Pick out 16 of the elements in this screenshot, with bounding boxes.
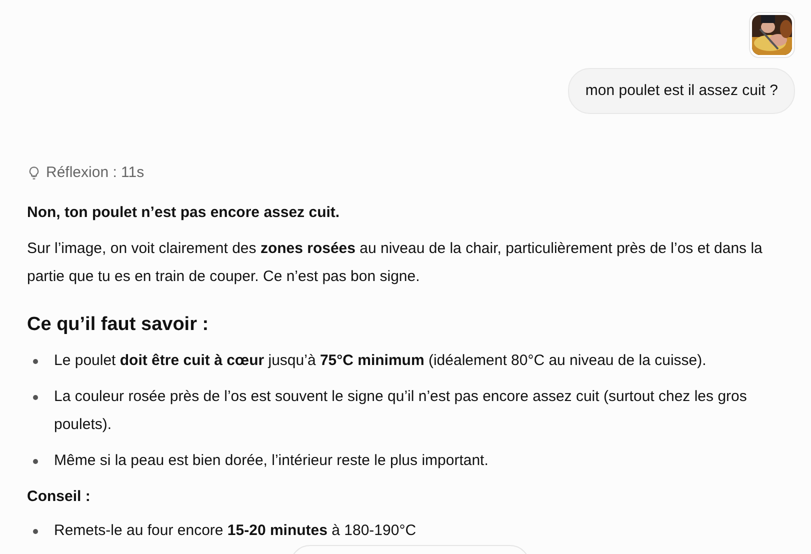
list-item-text: Remets-le au four encore 15-20 minutes à 180-190°C [54, 520, 416, 540]
reasoning-toggle[interactable]: Réflexion : 11s [27, 162, 784, 184]
list-item-text: La couleur rosée près de l’os est souvent le signe qu’il n’est pas encore assez cuit (surtout chez les gros poulets). [54, 386, 748, 434]
list-item-text: Même si la peau est bien dorée, l’intérieur reste le plus important. [54, 450, 488, 470]
bullet-icon [33, 358, 38, 364]
bullet-icon [33, 528, 38, 534]
bullet-icon [33, 458, 38, 464]
answer-summary: Non, ton poulet n’est pas encore assez cuit. [27, 202, 341, 222]
answer-paragraph: Sur l’image, on voit clairement des zones rosées au niveau de la chair, particulièrement près de l’os et dans la partie que tu es en train de couper. Ce n’est pas bon signe. [27, 238, 764, 286]
section-subheading: Conseil : [27, 486, 92, 506]
list-item-text: Le poulet doit être cuit à cœur jusqu’à 75°C minimum (idéalement 80°C au niveau de la cuisse). [54, 350, 706, 370]
user-message-bubble: mon poulet est il assez cuit ? [568, 68, 795, 114]
section-heading: Ce qu’il faut savoir : [27, 312, 210, 336]
lightbulb-icon [27, 166, 41, 180]
image-attachment[interactable] [749, 12, 795, 58]
bullet-icon [33, 394, 38, 400]
